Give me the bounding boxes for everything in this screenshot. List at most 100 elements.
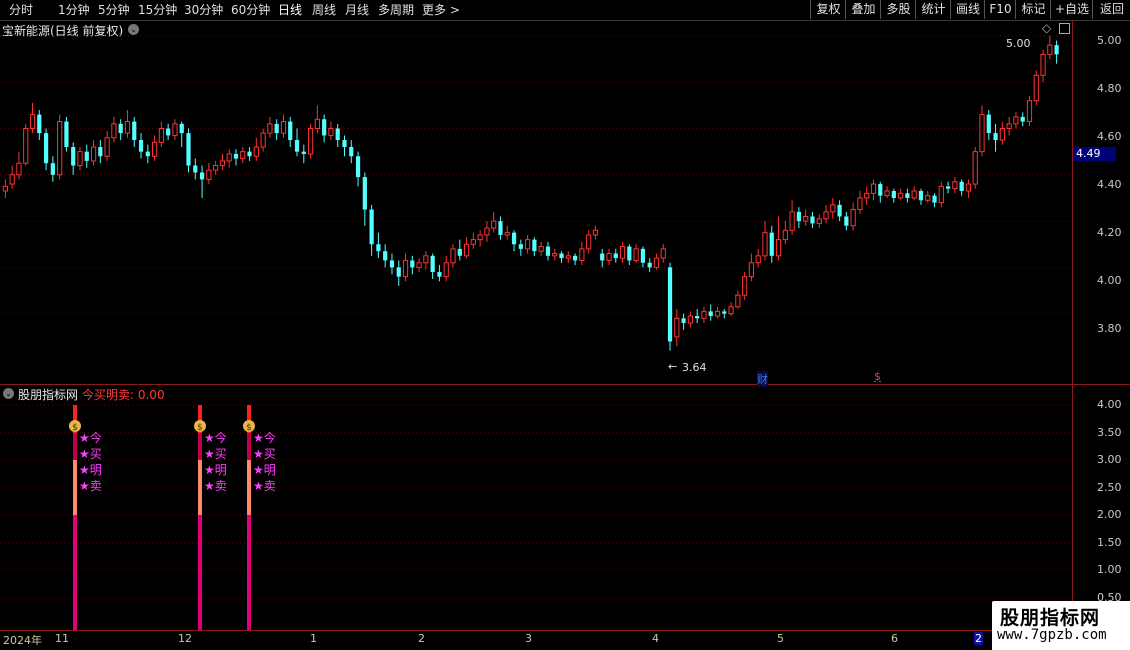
- date-axis-divider: [0, 630, 1130, 631]
- candle-body: [491, 220, 497, 229]
- candle-body: [233, 153, 239, 159]
- candle-body: [98, 147, 103, 157]
- candle-body: [64, 121, 69, 148]
- candle-body: [532, 239, 537, 252]
- candle-body: [355, 156, 361, 178]
- indicator-chart[interactable]: $ $ $: [0, 385, 1072, 630]
- month-label: 4: [652, 632, 659, 645]
- signal-bar: [73, 405, 77, 630]
- f10-button[interactable]: F10: [984, 0, 1016, 19]
- period-60min[interactable]: 60分钟: [231, 2, 270, 18]
- candle-body: [280, 121, 287, 134]
- period-monthly[interactable]: 月线: [345, 2, 369, 18]
- candle-body: [898, 192, 904, 199]
- candle-body: [870, 183, 877, 194]
- draw-line-button[interactable]: 画线: [950, 0, 985, 19]
- candle-body: [158, 127, 164, 143]
- period-daily[interactable]: 日线: [278, 2, 302, 18]
- candle-body: [695, 316, 700, 319]
- period-weekly[interactable]: 周线: [312, 2, 336, 18]
- multi-stock-button[interactable]: 多股: [880, 0, 916, 19]
- candle-body: [518, 244, 523, 249]
- candle-body: [443, 262, 449, 278]
- candle-body: [633, 248, 639, 261]
- candle-body: [1054, 45, 1059, 55]
- watermark-title: 股朋指标网: [1000, 607, 1101, 629]
- candle-body: [43, 133, 49, 164]
- candle-body: [918, 191, 924, 201]
- candle-body: [857, 197, 863, 211]
- candle-body: [511, 232, 517, 245]
- period-more[interactable]: 更多 >: [422, 2, 460, 18]
- mark-button[interactable]: 标记: [1015, 0, 1051, 19]
- candle-body: [552, 253, 558, 257]
- period-multi[interactable]: 多周期: [378, 2, 414, 18]
- month-label: 2: [418, 632, 425, 645]
- svg-text:$: $: [72, 423, 78, 433]
- candle-body: [90, 146, 97, 162]
- period-fenshi[interactable]: 分时: [9, 2, 33, 18]
- candle-body: [864, 192, 870, 199]
- candle-body: [986, 114, 991, 134]
- candle-body: [383, 251, 388, 261]
- period-5min[interactable]: 5分钟: [98, 2, 130, 18]
- month-label: 6: [891, 632, 898, 645]
- signal-word: ★今: [79, 431, 102, 445]
- candle-body: [362, 177, 367, 210]
- svg-text:$: $: [246, 423, 252, 433]
- candle-body: [16, 162, 22, 176]
- candle-body: [884, 190, 890, 197]
- indicator-axis-label: 2.00: [1097, 508, 1122, 521]
- candle-body: [151, 141, 158, 157]
- candle-body: [132, 121, 137, 141]
- candle-body: [701, 310, 707, 319]
- candle-body: [1040, 53, 1046, 76]
- candle-body: [470, 239, 476, 245]
- candle-body: [762, 232, 768, 257]
- candle-body: [29, 114, 36, 129]
- candle-body: [179, 123, 184, 134]
- candle-body: [810, 216, 815, 224]
- indicator-axis-label: 3.50: [1097, 426, 1122, 439]
- candle-body: [294, 140, 300, 152]
- candlestick-chart[interactable]: [0, 20, 1072, 384]
- price-axis-label: 4.40: [1097, 178, 1122, 191]
- overlay-button[interactable]: 叠加: [845, 0, 881, 19]
- candle-body: [789, 211, 795, 231]
- candle-body: [402, 259, 409, 278]
- candle-body: [71, 147, 76, 166]
- indicator-axis-label: 3.00: [1097, 453, 1122, 466]
- low-arrow-icon: ←: [668, 360, 678, 373]
- high-price-marker: 5.00: [1006, 37, 1031, 50]
- candle-body: [457, 248, 462, 256]
- candle-body: [288, 121, 293, 141]
- dividend-marker[interactable]: $: [874, 370, 881, 383]
- add-watchlist-button[interactable]: +自选: [1050, 0, 1093, 19]
- candle-body: [782, 229, 788, 241]
- period-30min[interactable]: 30分钟: [184, 2, 223, 18]
- candle-body: [1033, 74, 1039, 102]
- candle-body: [1020, 116, 1025, 122]
- candle-body: [830, 204, 836, 213]
- restore-rights-button[interactable]: 复权: [810, 0, 846, 19]
- period-15min[interactable]: 15分钟: [138, 2, 177, 18]
- candle-body: [647, 262, 652, 268]
- signal-word: ★买: [253, 447, 276, 461]
- month-label: 12: [178, 632, 192, 645]
- candle-body: [728, 306, 734, 315]
- signal-word: ★今: [253, 431, 276, 445]
- signal-word: ★卖: [253, 479, 276, 493]
- statistics-button[interactable]: 统计: [915, 0, 951, 19]
- candle-body: [667, 267, 673, 342]
- candle-body: [775, 239, 782, 257]
- back-button[interactable]: 返回: [1092, 0, 1130, 19]
- period-1min[interactable]: 1分钟: [58, 2, 90, 18]
- candle-body: [979, 114, 985, 153]
- candle-body: [199, 172, 205, 180]
- candle-body: [837, 204, 842, 217]
- candle-body: [57, 121, 63, 176]
- candle-body: [952, 181, 958, 190]
- candle-body: [437, 272, 442, 277]
- candle-body: [1047, 44, 1053, 55]
- candle-body: [314, 118, 320, 129]
